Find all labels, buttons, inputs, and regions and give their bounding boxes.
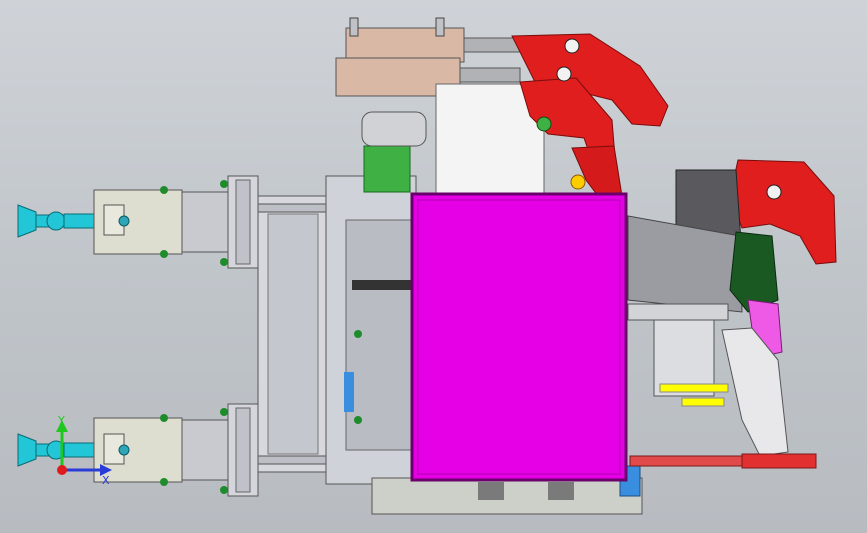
guide-plate-window bbox=[267, 213, 319, 455]
lower-green-nut-2 bbox=[160, 478, 168, 486]
upper-green-nut-2 bbox=[160, 250, 168, 258]
upper-cylinder-assembly[interactable] bbox=[17, 175, 259, 269]
cad-viewport[interactable]: Y X bbox=[0, 0, 867, 533]
yellow-plate-1 bbox=[659, 383, 729, 393]
lower-flange-inner bbox=[235, 407, 251, 493]
ejector-rod-end bbox=[741, 453, 817, 469]
base-block-2 bbox=[548, 482, 574, 500]
clamp-pin-3 bbox=[536, 116, 552, 132]
green-nut-frame-1 bbox=[354, 330, 362, 338]
top-cylinder-2-rod bbox=[459, 67, 521, 83]
clamp-pin-1 bbox=[564, 38, 580, 54]
upper-green-nut-1 bbox=[160, 186, 168, 194]
lower-green-nut-1 bbox=[160, 414, 168, 422]
upper-cyan-nozzle bbox=[17, 204, 37, 238]
top-cylinder-post-1 bbox=[349, 17, 359, 37]
upper-housing-bolt bbox=[118, 215, 130, 227]
assembly-model[interactable]: Y X bbox=[0, 0, 867, 533]
blue-accent-plate bbox=[344, 372, 354, 412]
base-plate bbox=[371, 477, 643, 515]
top-cylinder-1-rod bbox=[463, 37, 521, 53]
triad-y-label: Y bbox=[57, 414, 65, 427]
upper-cylinder-barrel bbox=[181, 191, 229, 253]
fixture-rail bbox=[627, 303, 729, 321]
upper-flange-inner bbox=[235, 179, 251, 265]
upper-green-nut-3 bbox=[220, 180, 228, 188]
triad-x-label: X bbox=[102, 474, 110, 487]
magenta-workpiece[interactable] bbox=[410, 192, 628, 482]
dark-strip bbox=[352, 280, 412, 290]
lower-cylinder-barrel bbox=[181, 419, 229, 481]
base-block-1 bbox=[478, 482, 504, 500]
upper-cyan-ball bbox=[46, 211, 66, 231]
round-motor bbox=[361, 111, 427, 147]
clamp-pin-2 bbox=[556, 66, 572, 82]
yellow-spring bbox=[570, 174, 586, 190]
lower-cyan-nozzle bbox=[17, 433, 37, 467]
upper-cyan-rod bbox=[63, 213, 99, 229]
green-nut-frame-2 bbox=[354, 416, 362, 424]
lower-green-nut-3 bbox=[220, 408, 228, 416]
lower-cyan-rod bbox=[63, 442, 99, 458]
triad-origin bbox=[57, 465, 67, 475]
lower-green-nut-4 bbox=[220, 486, 228, 494]
yellow-plate-2 bbox=[681, 397, 725, 407]
clamp-pin-4 bbox=[766, 184, 782, 200]
upper-green-nut-4 bbox=[220, 258, 228, 266]
magenta-block bbox=[410, 192, 628, 482]
lower-housing-bolt bbox=[118, 444, 130, 456]
green-heatsink bbox=[363, 145, 411, 193]
top-cylinder-1-body bbox=[345, 27, 465, 63]
top-cylinder-post-2 bbox=[435, 17, 445, 37]
lower-cylinder-assembly[interactable] bbox=[17, 403, 259, 497]
